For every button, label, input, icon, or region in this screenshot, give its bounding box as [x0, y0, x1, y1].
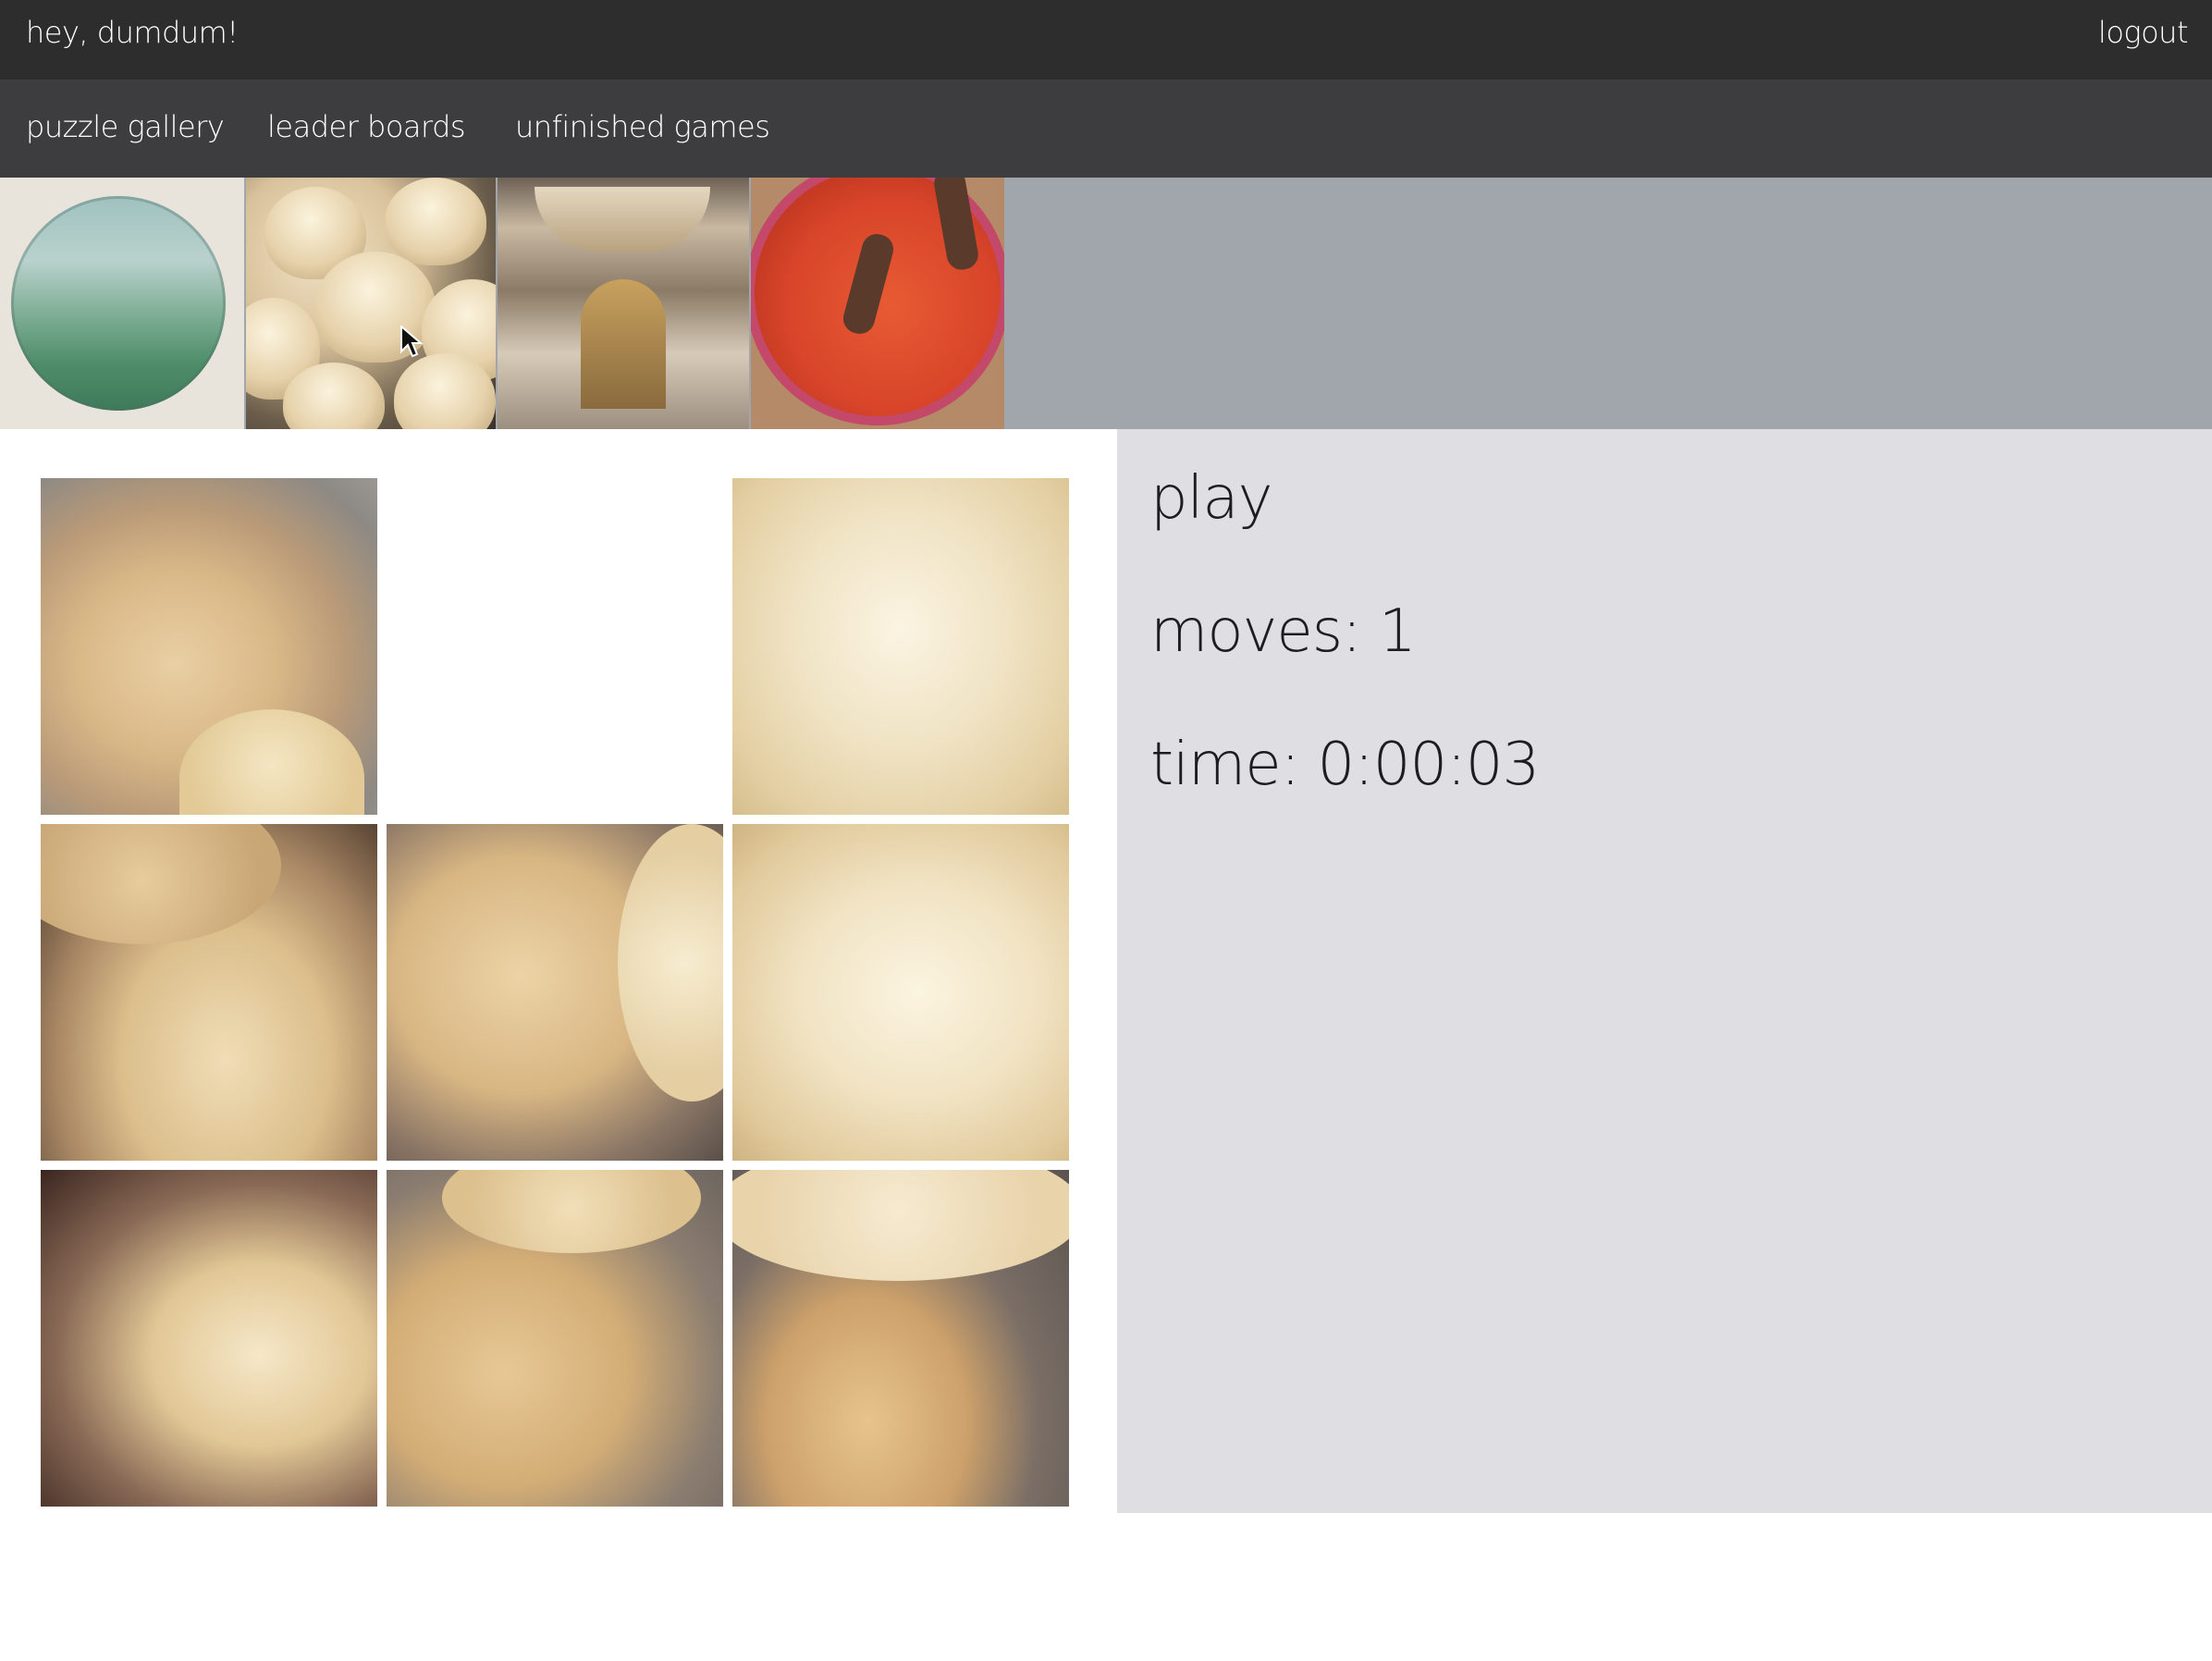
play-button[interactable]: play — [1150, 464, 1272, 533]
time-elapsed: time: 0:00:03 — [1150, 731, 1540, 799]
thumbnail-museum-hall[interactable] — [498, 178, 749, 429]
puzzle-board — [41, 478, 1069, 1507]
top-bar: hey, dumdum! logout — [0, 0, 2212, 80]
puzzle-tile[interactable] — [41, 824, 377, 1161]
mouse-cursor-icon — [400, 326, 423, 358]
puzzle-tile[interactable] — [41, 1170, 377, 1507]
nav-puzzle-gallery[interactable]: puzzle gallery — [26, 109, 225, 144]
puzzle-tile[interactable] — [732, 824, 1069, 1161]
landscape-painting-image — [11, 196, 226, 411]
puzzle-tile[interactable] — [387, 1170, 723, 1507]
thumbnail-red-sand-bowl[interactable] — [751, 178, 1004, 429]
puzzle-empty-slot — [387, 478, 723, 815]
museum-arch-image — [581, 279, 666, 409]
thumbnail-soup-dumplings[interactable] — [246, 178, 496, 429]
logout-link[interactable]: logout — [2098, 15, 2189, 50]
puzzle-tile[interactable] — [387, 824, 723, 1161]
game-status-panel: play moves: 1 time: 0:00:03 — [1117, 429, 2212, 1513]
main-nav: puzzle gallery leader boards unfinished … — [0, 80, 2212, 178]
dumpling-shape — [385, 178, 486, 265]
puzzle-thumbnail-strip — [0, 178, 2212, 429]
puzzle-tile[interactable] — [732, 1170, 1069, 1507]
puzzle-tile[interactable] — [41, 478, 377, 815]
puzzle-tile[interactable] — [732, 478, 1069, 815]
thumbnail-landscape-circle-painting[interactable] — [0, 178, 244, 429]
nav-leader-boards[interactable]: leader boards — [267, 109, 466, 144]
user-greeting: hey, dumdum! — [26, 15, 239, 50]
museum-ceiling-image — [535, 187, 710, 252]
moves-counter: moves: 1 — [1150, 597, 1417, 666]
nav-unfinished-games[interactable]: unfinished games — [515, 109, 770, 144]
